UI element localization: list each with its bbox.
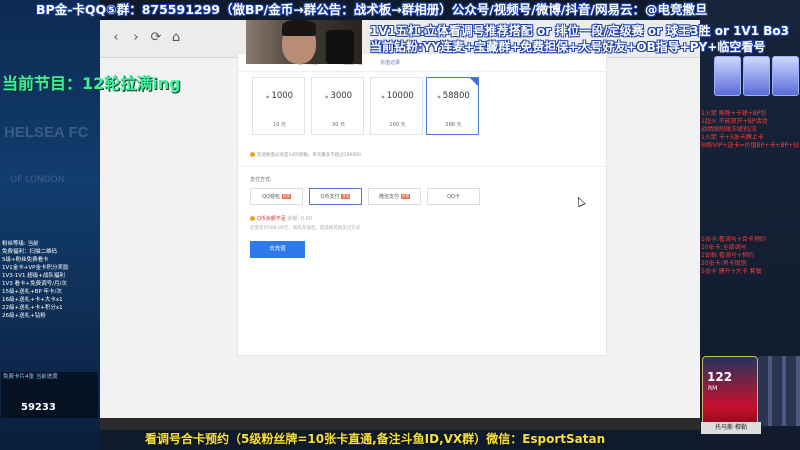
- list-item: 战绩限制球王级别/次: [701, 126, 758, 133]
- package-option[interactable]: ◉ 1000 10 元: [252, 77, 305, 135]
- list-item: 10张卡:全部调号: [701, 244, 747, 251]
- list-item: 22级+送礼+卡+积分x1: [2, 305, 63, 311]
- right-promo-list: 1火箭 推荐+卡顿+BP包 1超火 不能双开+BP活动 战绩限制球王级别/次 1…: [701, 110, 799, 150]
- balance-warning: Q币余额不足 余额: 0.00: [250, 215, 312, 222]
- package-amount: 58800: [442, 91, 470, 101]
- coin-icon: ◉: [265, 94, 270, 99]
- pay-qcoin[interactable]: Q币支付 优惠: [309, 188, 362, 205]
- card-tile-grid: [758, 356, 800, 426]
- list-item: 20张卡:黑卡级别: [701, 260, 747, 267]
- package-amount: 1000: [271, 91, 294, 101]
- tab-history[interactable]: 充值记录: [380, 59, 400, 66]
- list-item: 1V1金卡+VP金卡积分奖励: [2, 265, 69, 271]
- package-price: 588 元: [445, 122, 462, 128]
- coin-icon: ◉: [381, 94, 385, 99]
- info-line-1: 1V1五杠:立体看调号推荐搭配 or 排位一段/定级赛 or 球王3胜 or 1…: [370, 24, 789, 38]
- list-item: 1V3-1V1 超级+战队福利: [2, 273, 65, 279]
- featured-player-card: 122 RM: [702, 356, 758, 428]
- card-strip: [714, 56, 799, 96]
- pay-qq-wallet[interactable]: QQ钱包 优惠: [250, 188, 303, 205]
- list-item: 1V3 看卡+免费调号/月/次: [2, 281, 67, 287]
- info-icon: [250, 216, 255, 221]
- list-item: 钻粉VIP+送卡=价值BP+卡+BP+钻: [701, 142, 799, 149]
- player-name-tag: 托马斯·穆勒: [701, 422, 761, 434]
- list-item: 免费福利：扫描二维码: [2, 249, 58, 255]
- left-stats-box: 免费卡片4张 当前进度 59233: [1, 372, 98, 418]
- club-subtext: OF LONDON: [10, 175, 65, 185]
- player-card-thumb: [772, 56, 799, 96]
- divider: [238, 166, 608, 167]
- list-item: 5张卡:看调号+合卡预约: [701, 236, 766, 243]
- list-item: 1火箭 推荐+卡顿+BP包: [701, 110, 767, 117]
- package-price: 30 元: [332, 122, 345, 128]
- forward-icon[interactable]: ›: [126, 28, 146, 48]
- stats-count: 59233: [21, 402, 56, 413]
- list-item: 粉丝等级: 当前: [2, 241, 39, 247]
- promo-badge: 优惠: [341, 194, 351, 199]
- package-amount: 10000: [386, 91, 414, 101]
- package-amount: 3000: [330, 91, 353, 101]
- payment-method-label: 支付方式:: [250, 177, 272, 183]
- refresh-icon[interactable]: ⟳: [146, 28, 166, 48]
- top-banner: BP金-卡QQ⑤群：875591299（做BP/金币→群公告：战术板→群相册）公…: [36, 2, 708, 17]
- list-item: 5级+粉丝免费看卡: [2, 257, 49, 263]
- player-card-thumb: [714, 56, 741, 96]
- package-price: 100 元: [389, 122, 406, 128]
- left-benefit-list: 粉丝等级: 当前 免费福利：扫描二维码 5级+粉丝免费看卡 1V1金卡+VP金卡…: [2, 240, 98, 320]
- taskbar: [100, 418, 700, 430]
- player-card-thumb: [743, 56, 770, 96]
- list-item: 26级+送礼+钻粉: [2, 313, 46, 319]
- promo-badge: 优惠: [401, 194, 410, 199]
- list-item: 1钻粉:看调号+预约: [701, 252, 754, 259]
- coin-icon: ◉: [437, 94, 441, 99]
- payment-hint: 还需支付588.00元，请先充值后，或选择其他支付方式: [250, 226, 361, 231]
- info-line-2: 当前钻粉:YY连麦+宝藏群+免费担保+大号好友+OB指导+PY+临空看号: [370, 40, 766, 54]
- list-item: 16级+送礼+卡+大卡x1: [2, 297, 63, 303]
- right-promo-list-2: 5张卡:看调号+合卡预约 10张卡:全部调号 1钻粉:看调号+预约 20张卡:黑…: [701, 236, 799, 276]
- stats-label: 免费卡片4张 当前进度: [3, 374, 58, 380]
- streamer-webcam: [246, 20, 362, 64]
- confirm-recharge-button[interactable]: 去充值: [250, 241, 305, 258]
- coin-icon: ◉: [324, 94, 329, 99]
- warning-icon: [250, 152, 255, 157]
- package-option-selected[interactable]: ◉ 58800 588 元: [426, 77, 479, 135]
- package-option[interactable]: ◉ 3000 30 元: [311, 77, 364, 135]
- recharge-dialog: 金币充值 全国大区 充值记录 ◉1000 10 元 ◉3000 30 元 ◉10…: [237, 53, 608, 356]
- list-item: 5张卡 建升+大卡 套餐: [701, 268, 762, 275]
- promo-badge: 优惠: [281, 194, 291, 199]
- back-icon[interactable]: ‹: [106, 28, 126, 48]
- recharge-notice: 充值数量必须是10的倍数，单次最多不超过100000: [250, 152, 361, 158]
- list-item: 1火箭 卡+5张卡牌上卡: [701, 134, 764, 141]
- list-item: 1超火 不能双开+BP活动: [701, 118, 768, 125]
- current-program: 当前节目：12轮拉满ing: [2, 74, 181, 93]
- bottom-banner: 看调号合卡预约（5级粉丝牌=10张卡直通,备注斗鱼ID,VX群）微信：Espor…: [145, 432, 606, 446]
- microphone: [326, 30, 354, 64]
- player-position: RM: [708, 385, 718, 392]
- game-window: ‹ › ⟳ ⌂ 金币充值 全国大区 充值记录 ◉1000 10 元 ◉3000 …: [100, 20, 700, 430]
- selected-check-icon: [470, 78, 478, 86]
- pay-qq-card[interactable]: QQ卡: [427, 188, 480, 205]
- package-option[interactable]: ◉ 10000 100 元: [370, 77, 423, 135]
- player-rating: 122: [707, 370, 733, 384]
- pay-wechat[interactable]: 微信支付 优惠: [368, 188, 421, 205]
- club-text: HELSEA FC: [4, 124, 89, 141]
- home-icon[interactable]: ⌂: [166, 28, 186, 48]
- package-price: 10 元: [273, 122, 286, 128]
- list-item: 15级+送礼+BP 年卡/次: [2, 289, 62, 295]
